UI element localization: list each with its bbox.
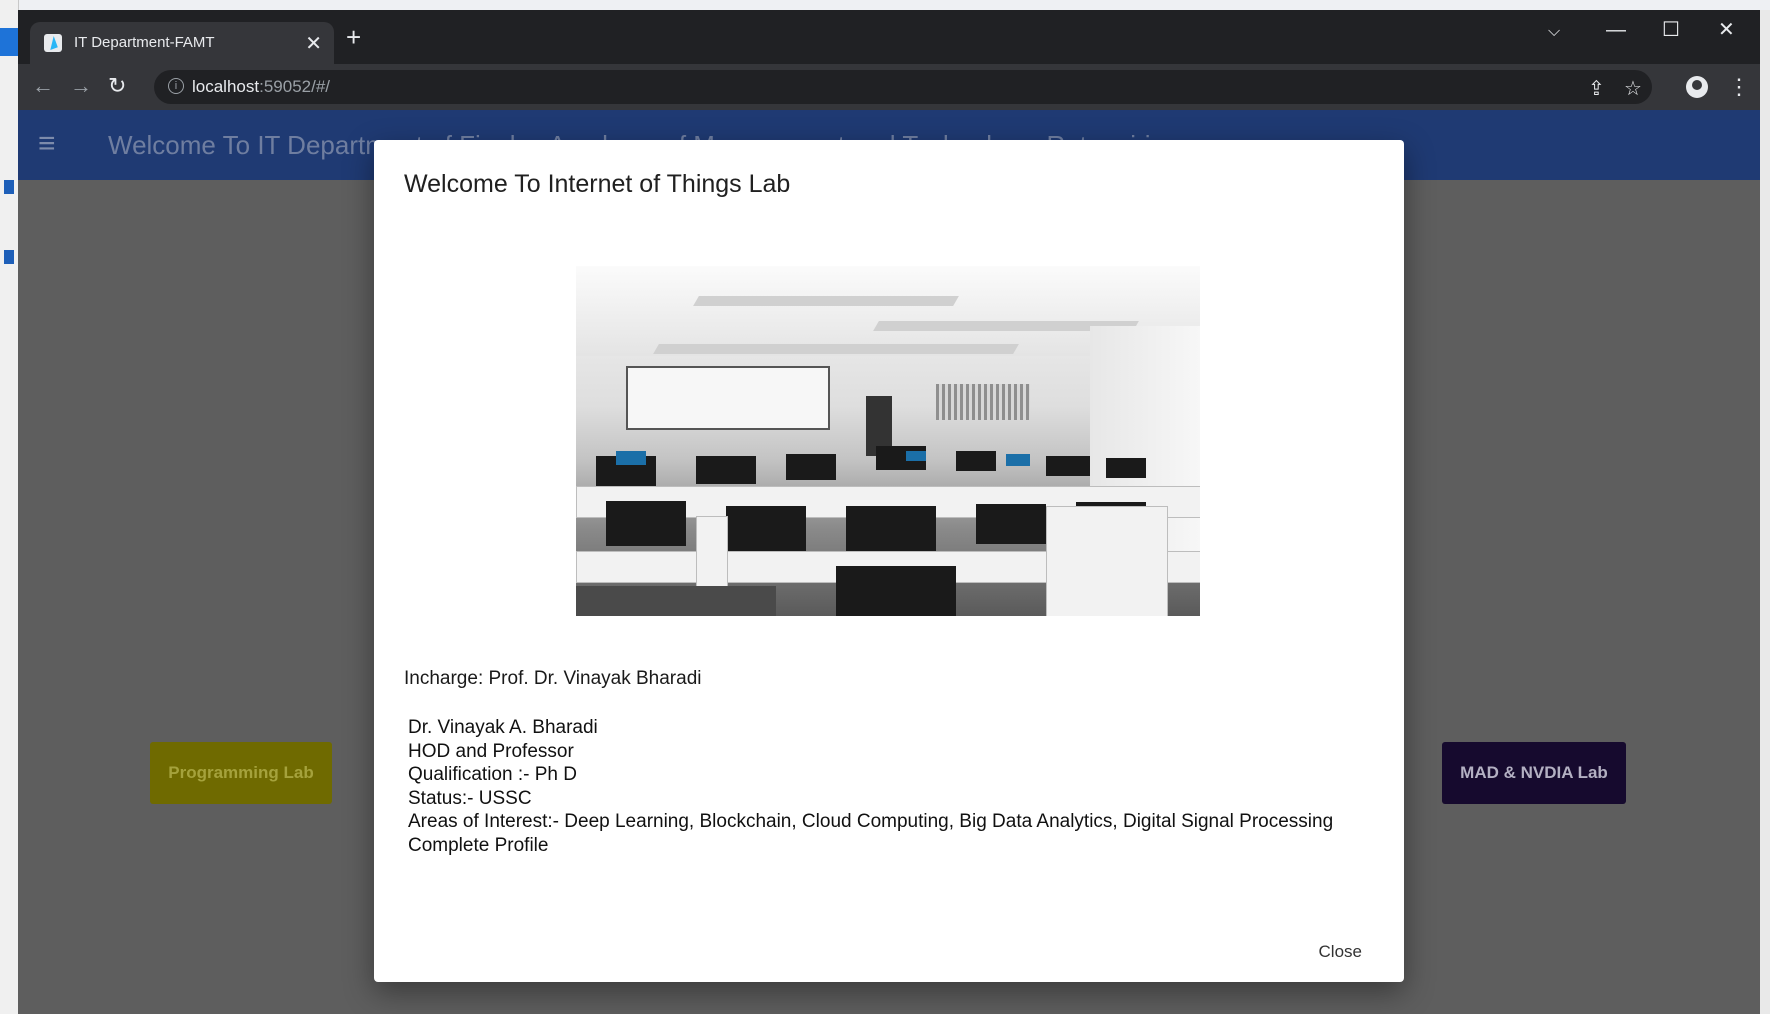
site-info-icon[interactable]: i	[168, 78, 184, 94]
flutter-favicon-icon	[44, 34, 62, 52]
star-icon[interactable]: ☆	[1624, 76, 1642, 101]
tab-close-icon[interactable]: ✕	[305, 31, 322, 56]
desktop-marker	[4, 250, 14, 264]
profile-details: Dr. Vinayak A. Bharadi HOD and Professor…	[408, 716, 1333, 857]
share-icon[interactable]: ⇪	[1588, 76, 1605, 101]
profile-designation: HOD and Professor	[408, 740, 574, 762]
incharge-text: Incharge: Prof. Dr. Vinayak Bharadi	[404, 668, 702, 689]
reload-icon[interactable]: ↻	[108, 74, 126, 98]
mad-nvdia-lab-button[interactable]: MAD & NVDIA Lab	[1442, 742, 1626, 804]
minimize-icon[interactable]: —	[1606, 18, 1626, 42]
profile-interests: Areas of Interest:- Deep Learning, Block…	[408, 811, 1334, 832]
programming-lab-button[interactable]: Programming Lab	[150, 742, 332, 804]
lab-dialog: Welcome To Internet of Things Lab Inchar…	[374, 140, 1404, 982]
arrow-left-icon[interactable]: ←	[32, 74, 54, 98]
dialog-title: Welcome To Internet of Things Lab	[404, 170, 791, 198]
profile-name: Dr. Vinayak A. Bharadi	[408, 717, 598, 738]
tab-title: IT Department-FAMT	[74, 34, 215, 51]
desktop-top-strip	[0, 0, 1770, 10]
more-menu-icon[interactable]: ⋮	[1728, 74, 1750, 100]
close-button[interactable]: Close	[1315, 938, 1366, 966]
address-bar: ← → ↻ i localhost:59052/#/ ⇪ ☆ ⋮	[18, 64, 1760, 110]
account-icon[interactable]	[1686, 76, 1708, 98]
url-text: localhost:59052/#/	[192, 77, 331, 96]
desktop-blue-tile	[0, 28, 18, 56]
new-tab-icon[interactable]: +	[346, 24, 361, 50]
tab-bar: IT Department-FAMT ✕ + ⌵ — ☐ ✕	[18, 10, 1760, 64]
browser-window: IT Department-FAMT ✕ + ⌵ — ☐ ✕ ← → ↻ i l…	[18, 10, 1760, 1014]
tab-search-icon[interactable]: ⌵	[1548, 20, 1560, 44]
desktop-left-strip	[0, 0, 19, 1014]
browser-tab[interactable]: IT Department-FAMT ✕	[30, 22, 334, 64]
url-input[interactable]: i localhost:59052/#/ ⇪ ☆	[154, 70, 1652, 104]
window-close-icon[interactable]: ✕	[1718, 18, 1735, 42]
hamburger-icon[interactable]: ≡	[38, 129, 56, 159]
profile-status: Status:- USSC	[408, 787, 532, 809]
complete-profile-link[interactable]: Complete Profile	[408, 834, 1333, 858]
arrow-right-icon[interactable]: →	[70, 74, 92, 98]
profile-qualification: Qualification :- Ph D	[408, 764, 577, 785]
maximize-icon[interactable]: ☐	[1662, 18, 1680, 42]
lab-photo	[576, 266, 1200, 616]
desktop-marker	[4, 180, 14, 194]
